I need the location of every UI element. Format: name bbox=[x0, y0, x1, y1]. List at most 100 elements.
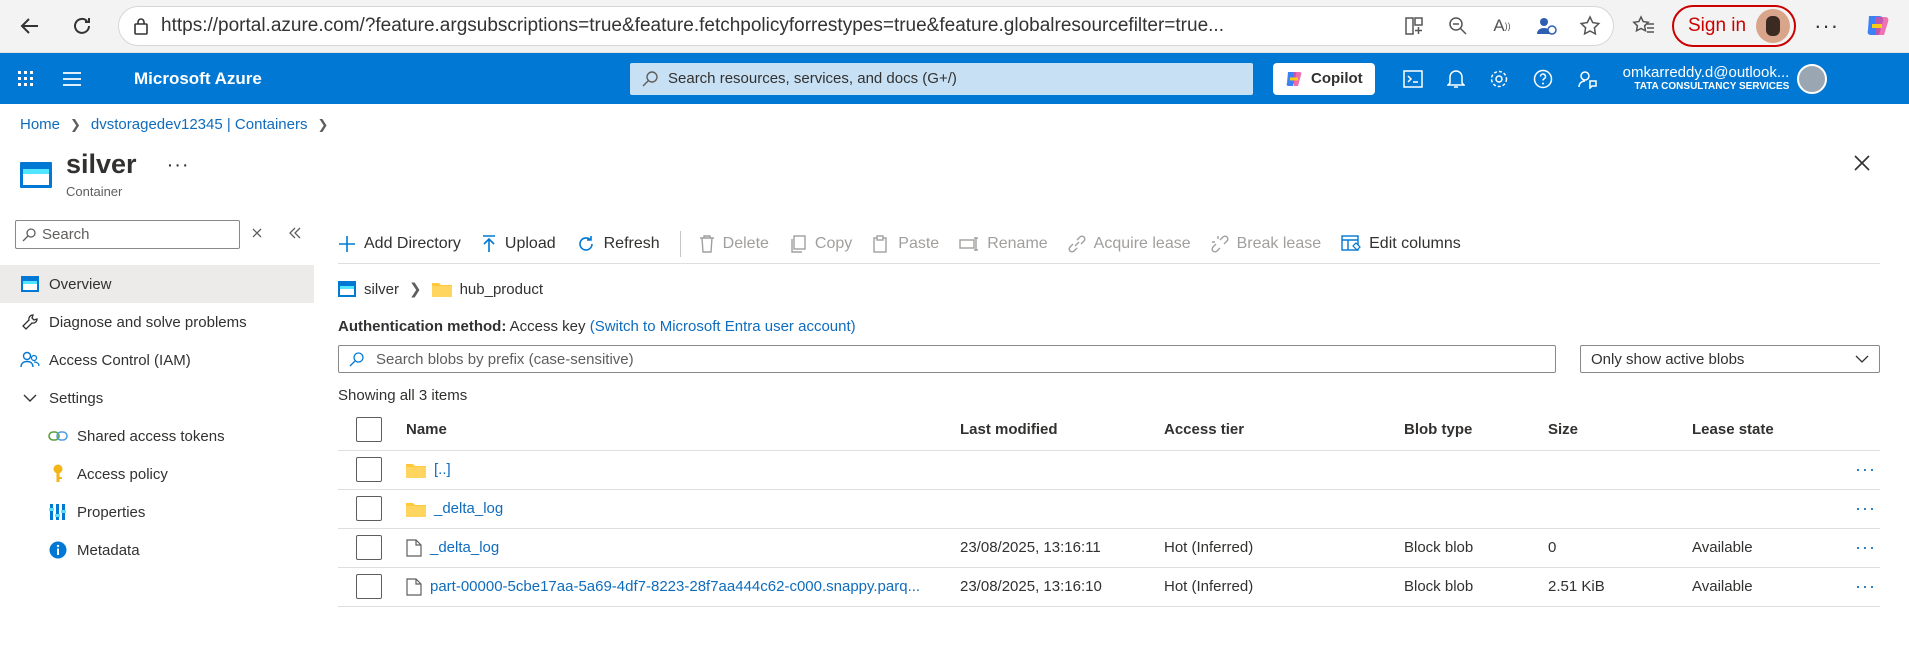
row-more-icon[interactable]: ··· bbox=[1842, 567, 1880, 607]
app-launcher-button[interactable] bbox=[0, 70, 52, 87]
copilot-button[interactable]: Copilot bbox=[1273, 62, 1375, 95]
copilot-icon bbox=[1286, 71, 1302, 86]
more-menu-icon[interactable]: ··· bbox=[1814, 13, 1839, 39]
address-bar[interactable]: https://portal.azure.com/?feature.argsub… bbox=[118, 6, 1614, 46]
column-header-size[interactable]: Size bbox=[1548, 410, 1692, 451]
account-menu[interactable]: omkarreddy.d@outlook... TATA CONSULTANCY… bbox=[1623, 64, 1790, 93]
rename-button[interactable]: Rename bbox=[959, 235, 1048, 253]
switch-auth-link[interactable]: (Switch to Microsoft Entra user account) bbox=[590, 318, 856, 335]
collapse-menu-icon[interactable] bbox=[288, 226, 302, 240]
favorite-star-icon[interactable] bbox=[1577, 13, 1603, 39]
favorites-icon[interactable] bbox=[1632, 14, 1656, 38]
account-avatar[interactable] bbox=[1797, 63, 1828, 94]
paste-button[interactable]: Paste bbox=[872, 235, 939, 253]
breadcrumb-home[interactable]: Home bbox=[20, 116, 60, 133]
nav-item-settings[interactable]: Settings bbox=[0, 379, 314, 417]
table-header-row: Name Last modified Access tier Blob type… bbox=[338, 410, 1880, 451]
row-checkbox[interactable] bbox=[356, 574, 382, 599]
paste-label: Paste bbox=[898, 234, 940, 252]
row-more-icon[interactable]: ··· bbox=[1842, 528, 1880, 568]
notifications-bell-icon[interactable] bbox=[1446, 69, 1465, 89]
nav-item-access-policy[interactable]: Access policy bbox=[0, 455, 314, 493]
split-screen-icon[interactable] bbox=[1401, 13, 1427, 39]
sign-in-button[interactable]: Sign in bbox=[1672, 5, 1797, 47]
trash-icon bbox=[699, 234, 714, 253]
breadcrumb-containers[interactable]: dvstoragedev12345 | Containers bbox=[91, 116, 308, 133]
nav-item-diagnose[interactable]: Diagnose and solve problems bbox=[0, 303, 314, 341]
reload-button[interactable] bbox=[60, 4, 104, 48]
cell-size: 2.51 KiB bbox=[1548, 567, 1692, 607]
row-more-icon[interactable]: ··· bbox=[1842, 450, 1880, 490]
profile-share-icon[interactable] bbox=[1533, 13, 1559, 39]
portal-menu-button[interactable] bbox=[52, 71, 92, 86]
container-icon bbox=[20, 162, 52, 188]
global-search-input[interactable]: Search resources, services, and docs (G+… bbox=[630, 62, 1253, 95]
nav-item-properties[interactable]: Properties bbox=[0, 493, 314, 531]
read-aloud-icon[interactable]: A)) bbox=[1489, 13, 1515, 39]
blob-search-input[interactable]: Search blobs by prefix (case-sensitive) bbox=[338, 345, 1556, 373]
clear-filter-icon[interactable] bbox=[250, 226, 264, 240]
acquire-lease-button[interactable]: Acquire lease bbox=[1068, 235, 1191, 253]
table-row[interactable]: [..] ··· bbox=[338, 450, 1880, 490]
cell-modified: 23/08/2025, 13:16:10 bbox=[960, 567, 1164, 607]
delete-button[interactable]: Delete bbox=[699, 235, 769, 253]
table-row[interactable]: part-00000-5cbe17aa-5a69-4df7-8223-28f7a… bbox=[338, 567, 1880, 607]
upload-button[interactable]: Upload bbox=[481, 235, 556, 253]
page-header: silver Container ··· bbox=[20, 148, 190, 199]
column-header-last-modified[interactable]: Last modified bbox=[960, 410, 1164, 451]
blob-name-link[interactable]: [..] bbox=[434, 461, 451, 478]
azure-brand[interactable]: Microsoft Azure bbox=[134, 69, 630, 89]
waffle-icon bbox=[18, 70, 33, 86]
close-icon[interactable] bbox=[1853, 154, 1871, 172]
nav-item-metadata[interactable]: Metadata bbox=[0, 531, 314, 569]
more-actions-button[interactable]: ··· bbox=[167, 154, 190, 199]
row-more-icon[interactable]: ··· bbox=[1842, 489, 1880, 529]
cell-tier bbox=[1164, 450, 1404, 490]
refresh-button[interactable]: Refresh bbox=[576, 234, 660, 254]
blob-name-link[interactable]: part-00000-5cbe17aa-5a69-4df7-8223-28f7a… bbox=[430, 578, 920, 595]
path-folder[interactable]: hub_product bbox=[460, 281, 543, 298]
column-header-lease-state[interactable]: Lease state bbox=[1692, 410, 1842, 451]
break-lease-button[interactable]: Break lease bbox=[1211, 234, 1321, 253]
resource-menu: Search Overview Diagnose and solve probl… bbox=[0, 220, 314, 569]
break-link-icon bbox=[1211, 234, 1229, 253]
edit-columns-button[interactable]: Edit columns bbox=[1341, 235, 1461, 253]
blob-name-link[interactable]: _delta_log bbox=[434, 500, 503, 517]
chevron-right-icon: ❯ bbox=[70, 116, 81, 132]
add-directory-button[interactable]: Add Directory bbox=[338, 235, 461, 253]
row-checkbox[interactable] bbox=[356, 457, 382, 482]
cell-lease: Available bbox=[1692, 528, 1842, 568]
blob-filter-dropdown[interactable]: Only show active blobs bbox=[1580, 345, 1880, 373]
column-header-name[interactable]: Name bbox=[406, 410, 960, 451]
cell-size bbox=[1548, 489, 1692, 529]
blob-name-link[interactable]: _delta_log bbox=[430, 539, 499, 556]
feedback-icon[interactable] bbox=[1577, 69, 1597, 89]
link-chain-icon bbox=[48, 426, 68, 446]
nav-item-overview[interactable]: Overview bbox=[0, 265, 314, 303]
account-org: TATA CONSULTANCY SERVICES bbox=[1634, 81, 1790, 93]
main-content: Add Directory Upload Refresh Delete Copy… bbox=[338, 224, 1880, 607]
menu-search-input[interactable]: Search bbox=[15, 220, 240, 249]
table-row[interactable]: _delta_log 23/08/2025, 13:16:11 Hot (Inf… bbox=[338, 528, 1880, 568]
nav-item-shared-access-tokens[interactable]: Shared access tokens bbox=[0, 417, 314, 455]
overview-icon bbox=[20, 274, 40, 294]
select-all-checkbox[interactable] bbox=[356, 417, 382, 443]
url-text[interactable]: https://portal.azure.com/?feature.argsub… bbox=[161, 15, 1341, 37]
column-header-access-tier[interactable]: Access tier bbox=[1164, 410, 1404, 451]
cloud-shell-icon[interactable] bbox=[1402, 69, 1423, 88]
row-checkbox[interactable] bbox=[356, 496, 382, 521]
copy-button[interactable]: Copy bbox=[789, 235, 852, 253]
copilot-browser-icon[interactable] bbox=[1863, 12, 1891, 40]
info-icon bbox=[48, 540, 68, 560]
row-checkbox[interactable] bbox=[356, 535, 382, 560]
nav-item-label: Access policy bbox=[77, 465, 168, 483]
nav-item-iam[interactable]: Access Control (IAM) bbox=[0, 341, 314, 379]
back-button[interactable] bbox=[8, 4, 52, 48]
table-row[interactable]: _delta_log ··· bbox=[338, 489, 1880, 529]
column-header-blob-type[interactable]: Blob type bbox=[1404, 410, 1548, 451]
zoom-out-icon[interactable] bbox=[1445, 13, 1471, 39]
help-question-icon[interactable] bbox=[1533, 69, 1553, 89]
settings-gear-icon[interactable] bbox=[1489, 69, 1509, 89]
account-email: omkarreddy.d@outlook... bbox=[1622, 64, 1790, 82]
path-container[interactable]: silver bbox=[364, 281, 399, 298]
